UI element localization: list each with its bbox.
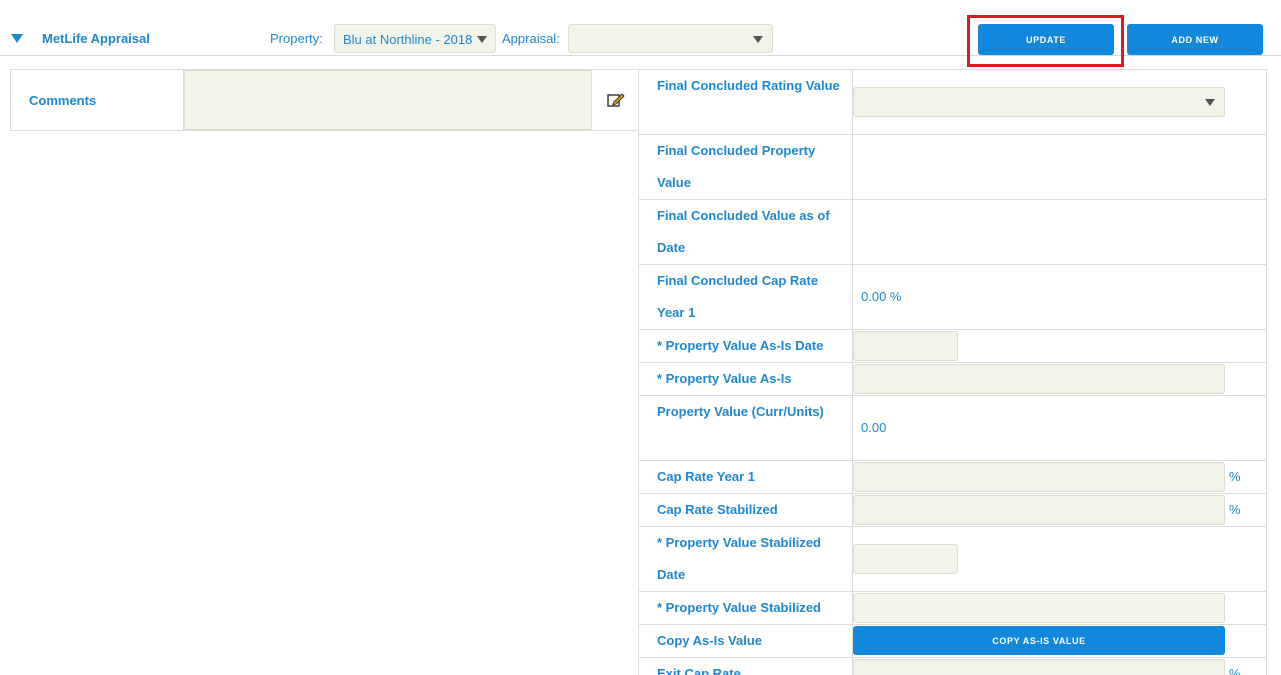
asis-date-label: * Property Value As-Is Date: [657, 338, 824, 353]
percent-sign: %: [1229, 666, 1241, 675]
asis-input[interactable]: [853, 364, 1225, 394]
page-title: MetLife Appraisal: [42, 31, 150, 46]
appraisal-form: Final Concluded Rating Value Final Concl…: [638, 69, 1267, 675]
stab-date-input[interactable]: [853, 544, 958, 574]
form-row-stab-date: * Property Value Stabilized Date: [639, 527, 1267, 592]
comments-panel: Comments: [10, 69, 637, 131]
form-row-rating: Final Concluded Rating Value: [639, 70, 1267, 135]
percent-sign: %: [1229, 502, 1241, 517]
form-row-exit-cap: Exit Cap Rate %: [639, 658, 1267, 675]
divider: [852, 265, 853, 329]
cap-stabilized-label: Cap Rate Stabilized: [657, 502, 778, 517]
collapse-triangle-icon[interactable]: [11, 34, 23, 43]
form-row-cap-year1: Cap Rate Year 1 %: [639, 461, 1267, 494]
form-row-cap-stabilized: Cap Rate Stabilized %: [639, 494, 1267, 527]
cap-rate-label: Final Concluded Cap Rate Year 1: [657, 273, 819, 320]
property-select[interactable]: Blu at Northline - 2018: [334, 24, 496, 53]
exit-cap-label: Exit Cap Rate: [657, 666, 741, 675]
comments-textarea[interactable]: [184, 70, 592, 130]
exit-cap-input[interactable]: [853, 659, 1225, 675]
update-highlight-box: [967, 15, 1124, 67]
cap-year1-input[interactable]: [853, 462, 1225, 492]
percent-sign: %: [1229, 469, 1241, 484]
form-row-cap-rate: Final Concluded Cap Rate Year 1 0.00 %: [639, 265, 1267, 330]
cap-stabilized-input[interactable]: [853, 495, 1225, 525]
divider: [852, 396, 853, 460]
form-row-asis: * Property Value As-Is: [639, 363, 1267, 396]
form-row-stabilized: * Property Value Stabilized: [639, 592, 1267, 625]
appraisal-label: Appraisal:: [502, 31, 560, 46]
property-select-value: Blu at Northline - 2018: [343, 32, 473, 47]
asis-date-input[interactable]: [853, 331, 958, 361]
chevron-down-icon: [477, 36, 487, 43]
stab-date-label: * Property Value Stabilized Date: [657, 535, 821, 582]
form-row-asis-date: * Property Value As-Is Date: [639, 330, 1267, 363]
chevron-down-icon: [1205, 99, 1215, 106]
add-new-button[interactable]: ADD NEW: [1127, 24, 1263, 55]
divider: [852, 200, 853, 264]
cap-year1-label: Cap Rate Year 1: [657, 469, 756, 484]
chevron-down-icon: [753, 36, 763, 43]
form-row-curr-units: Property Value (Curr/Units) 0.00: [639, 396, 1267, 461]
stabilized-label: * Property Value Stabilized: [657, 600, 821, 615]
stabilized-input[interactable]: [853, 593, 1225, 623]
appraisal-select[interactable]: [568, 24, 773, 53]
property-value-label: Final Concluded Property Value: [657, 143, 816, 190]
asis-label: * Property Value As-Is: [657, 371, 792, 386]
divider: [852, 135, 853, 199]
comments-label: Comments: [29, 93, 97, 108]
form-row-value-date: Final Concluded Value as of Date: [639, 200, 1267, 265]
property-label: Property:: [270, 31, 323, 46]
rating-label: Final Concluded Rating Value: [657, 78, 840, 93]
copy-label: Copy As-Is Value: [657, 633, 762, 648]
copy-as-is-button[interactable]: COPY AS-IS VALUE: [853, 626, 1225, 655]
edit-icon[interactable]: [607, 92, 625, 108]
value-date-label: Final Concluded Value as of Date: [657, 208, 830, 255]
curr-units-label: Property Value (Curr/Units): [657, 404, 824, 419]
rating-select[interactable]: [853, 87, 1225, 117]
form-row-copy: Copy As-Is Value COPY AS-IS VALUE: [639, 625, 1267, 658]
form-row-property-value: Final Concluded Property Value: [639, 135, 1267, 200]
curr-units-value: 0.00: [861, 420, 887, 435]
cap-rate-value: 0.00 %: [861, 289, 902, 304]
